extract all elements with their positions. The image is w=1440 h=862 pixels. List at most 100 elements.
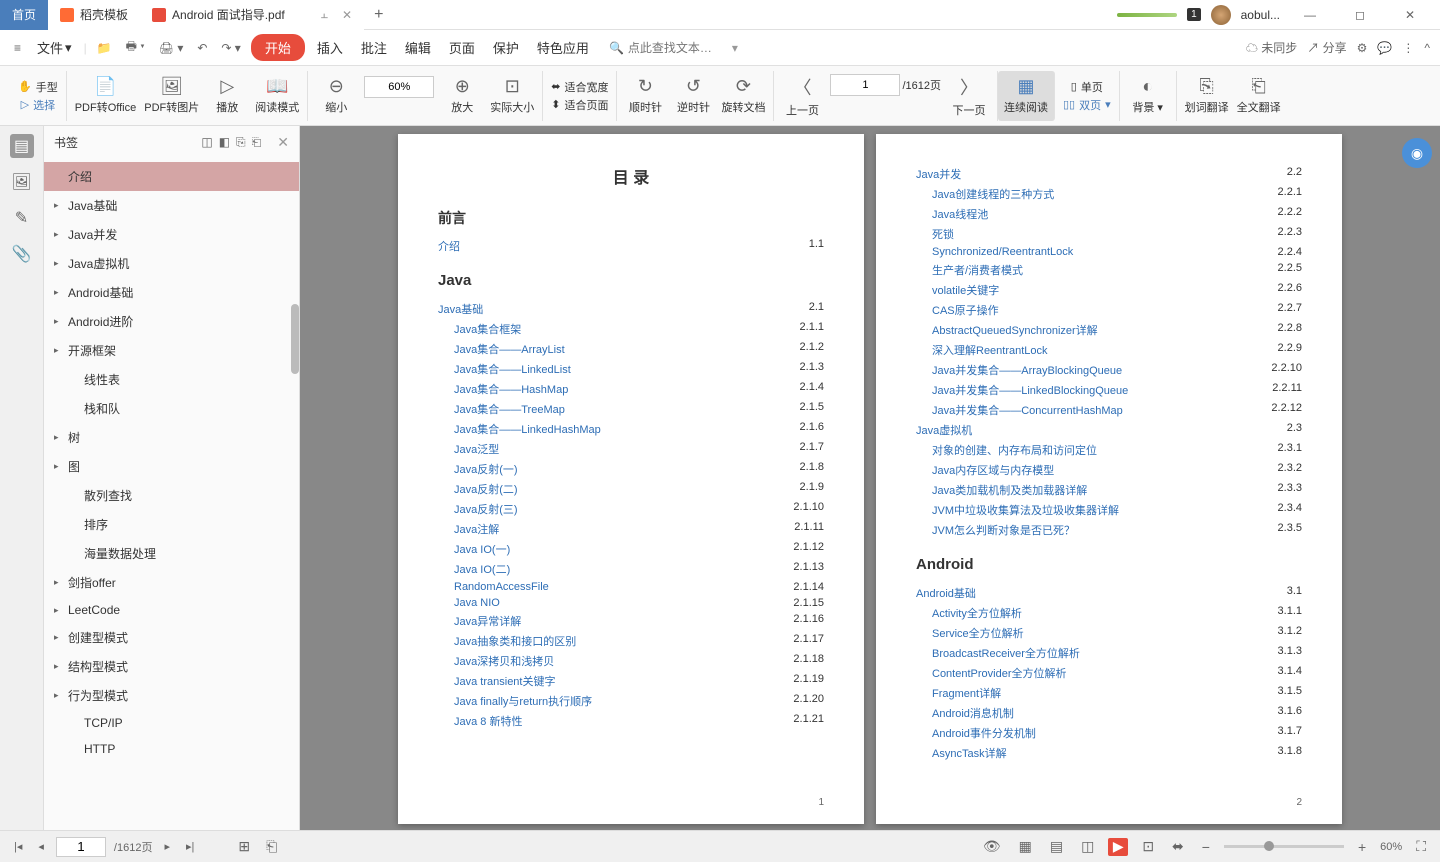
hand-tool[interactable]: ✋ 手型 [18,78,58,96]
bookmark-item[interactable]: ▸树 [44,423,299,452]
feedback-icon[interactable]: 💬 [1377,41,1392,55]
bookmark-item[interactable]: TCP/IP [44,710,299,736]
view3-icon[interactable]: ◫ [1077,838,1098,855]
annotate-menu[interactable]: 批注 [355,34,393,61]
toc-link[interactable]: Java 8 新特性 [454,713,522,729]
toc-link[interactable]: AsyncTask详解 [932,745,1007,761]
play-icon[interactable]: ▶ [1108,838,1128,856]
toc-link[interactable]: AbstractQueuedSynchronizer详解 [932,322,1098,338]
chevron-right-icon[interactable]: ▸ [54,258,59,269]
toc-link[interactable]: 对象的创建、内存布局和访问定位 [932,442,1097,458]
toc-link[interactable]: Android基础 [916,585,976,601]
toc-link[interactable]: 生产者/消费者模式 [932,262,1023,278]
new-tab-button[interactable]: + [364,6,393,24]
bookmark-item[interactable]: ▸创建型模式 [44,623,299,652]
avatar[interactable] [1211,5,1231,25]
bookmark-item[interactable]: ▸结构型模式 [44,652,299,681]
tab-close-icon[interactable]: ✕ [342,8,352,22]
bookmark-rail-icon[interactable]: ▤ [10,134,34,158]
toc-link[interactable]: Java并发集合——ConcurrentHashMap [932,402,1123,418]
zoom-minus-icon[interactable]: − [1198,839,1214,855]
bookmark-item[interactable]: ▸行为型模式 [44,681,299,710]
bookmark-scrollbar[interactable] [291,304,299,374]
actual-size[interactable]: ⊡实际大小 [490,76,534,115]
toc-link[interactable]: Java反射(三) [454,501,518,517]
hamburger-icon[interactable]: ≡ [10,39,25,57]
rotate-ccw[interactable]: ↺逆时针 [673,76,713,115]
toc-link[interactable]: Java反射(二) [454,481,518,497]
eye-icon[interactable]: 👁 [979,838,1005,855]
zoom-in[interactable]: ⊕放大 [442,76,482,115]
play-button[interactable]: ▷播放 [207,76,247,115]
file-menu[interactable]: 文件 ▾ [31,34,78,61]
chevron-right-icon[interactable]: ▸ [54,632,59,643]
toc-link[interactable]: Java注解 [454,521,499,537]
fullscreen-icon[interactable]: ⛶ [1412,838,1430,855]
page-number-input[interactable] [830,74,900,96]
word-translate[interactable]: ⎘划词翻译 [1185,76,1229,115]
toc-link[interactable]: Java虚拟机 [916,422,972,438]
bm-tool2-icon[interactable]: ◧ [219,135,230,150]
toc-link[interactable]: Android事件分发机制 [932,725,1036,741]
continuous-reading[interactable]: ▦连续阅读 [1004,76,1048,115]
toc-link[interactable]: Java NIO [454,597,500,609]
bookmark-item[interactable]: ▸Android基础 [44,278,299,307]
settings-icon[interactable]: ⚙ [1357,41,1368,55]
bookmark-item[interactable]: 海量数据处理 [44,539,299,568]
toc-link[interactable]: Android消息机制 [932,705,1014,721]
bookmark-item[interactable]: 栈和队 [44,394,299,423]
toc-link[interactable]: JVM怎么判断对象是否已死？ [932,522,1075,538]
toc-link[interactable]: Java并发 [916,166,961,182]
chevron-right-icon[interactable]: ▸ [54,229,59,240]
toc-link[interactable]: Java IO(一) [454,541,510,557]
bookmark-item[interactable]: ▸图 [44,452,299,481]
close-button[interactable]: ✕ [1390,0,1430,30]
special-menu[interactable]: 特色应用 [531,34,595,61]
bookmark-item[interactable]: ▸剑指offer [44,568,299,597]
toc-link[interactable]: Java集合——HashMap [454,381,568,397]
pdf-to-image[interactable]: 🖼PDF转图片 [144,76,199,115]
chevron-right-icon[interactable]: ▸ [54,200,59,211]
toc-link[interactable]: Java集合——TreeMap [454,401,565,417]
toc-link[interactable]: RandomAccessFile [454,581,549,593]
bookmark-close-icon[interactable]: ✕ [277,134,289,151]
bookmark-item[interactable]: 介绍 [44,162,299,191]
account-name[interactable]: aobul... [1241,8,1280,22]
undo-icon[interactable]: ↶ [193,39,211,57]
chevron-right-icon[interactable]: ▸ [54,432,59,443]
start-menu[interactable]: 开始 [251,34,305,61]
chevron-right-icon[interactable]: ▸ [54,577,59,588]
minimize-button[interactable]: — [1290,0,1330,30]
zoom-plus-icon[interactable]: + [1354,839,1370,855]
toc-link[interactable]: volatile关键字 [932,282,999,298]
tab-home[interactable]: 首页 [0,0,48,30]
document-area[interactable]: 目 录 前言 介绍1.1 Java Java基础2.1Java集合框架2.1.1… [300,126,1440,830]
toc-link[interactable]: Java深拷贝和浅拷贝 [454,653,554,669]
search-area[interactable]: 🔍 ▾ [609,41,738,55]
sync-status[interactable]: ☁ 未同步 [1246,39,1297,56]
toc-link[interactable]: 死锁 [932,226,954,242]
bookmark-item[interactable]: ▸开源框架 [44,336,299,365]
read-mode[interactable]: 📖阅读模式 [255,76,299,115]
view2-icon[interactable]: ▤ [1046,838,1067,855]
status-add-icon[interactable]: ⊞ [234,838,254,855]
collapse-ribbon-icon[interactable]: ^ [1424,41,1430,55]
toc-link[interactable]: Java反射(一) [454,461,518,477]
fit-page[interactable]: ⬍ 适合页面 [551,96,608,114]
first-page-icon[interactable]: |◂ [10,840,26,853]
toc-link[interactable]: Java并发集合——LinkedBlockingQueue [932,382,1128,398]
toc-link[interactable]: Fragment详解 [932,685,1001,701]
bm-tool4-icon[interactable]: ⎗ [252,135,262,150]
toc-link[interactable]: JVM中垃圾收集算法及垃圾收集器详解 [932,502,1119,518]
chevron-right-icon[interactable]: ▸ [54,690,59,701]
toc-link[interactable]: Java泛型 [454,441,499,457]
thumbnail-rail-icon[interactable]: 🖼 [10,170,34,194]
toc-link[interactable]: Java类加载机制及类加载器详解 [932,482,1087,498]
fit-icon[interactable]: ⬌ [1168,838,1188,855]
view1-icon[interactable]: ▦ [1015,838,1036,855]
toc-link[interactable]: BroadcastReceiver全方位解析 [932,645,1080,661]
bm-tool1-icon[interactable]: ◫ [201,135,212,150]
annotation-rail-icon[interactable]: ✎ [10,206,34,230]
zoom-input[interactable] [364,76,434,98]
bookmark-item[interactable]: 排序 [44,510,299,539]
